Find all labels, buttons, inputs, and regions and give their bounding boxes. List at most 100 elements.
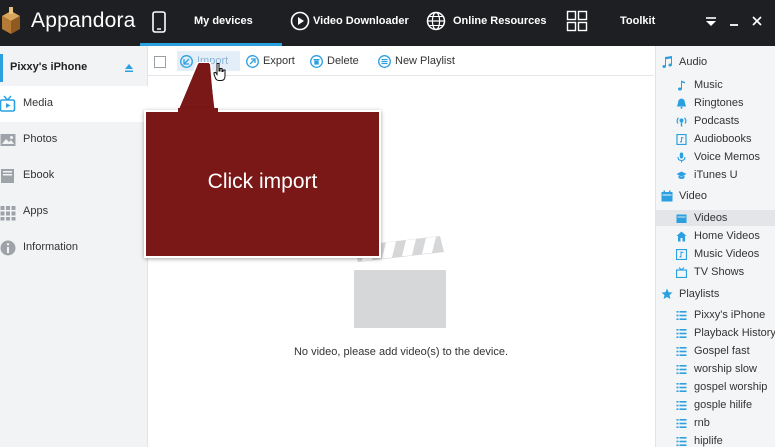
new-playlist-button[interactable]: New Playlist bbox=[375, 51, 455, 71]
library-item-label: Ringtones bbox=[694, 97, 744, 109]
bell-icon bbox=[677, 98, 686, 109]
playlist-icon bbox=[676, 364, 687, 374]
device-selected-bar bbox=[0, 54, 3, 82]
sidebar-item-apps[interactable]: Apps bbox=[0, 194, 148, 230]
new-playlist-icon bbox=[378, 54, 391, 68]
star-icon bbox=[661, 288, 673, 299]
top-bar: Appandora My devices Video Downloader On… bbox=[0, 0, 775, 46]
sidebar-item-label: Apps bbox=[23, 205, 49, 217]
library-item-ringtones[interactable]: Ringtones bbox=[676, 95, 775, 111]
photos-icon bbox=[0, 134, 16, 146]
tv-icon bbox=[676, 266, 687, 278]
library-item-videos[interactable]: Videos bbox=[656, 210, 775, 226]
music-note-icon bbox=[662, 56, 672, 68]
category-video[interactable]: Video bbox=[661, 188, 707, 204]
playlist-label: Gospel fast bbox=[694, 345, 750, 357]
playlist-label: gospel worship bbox=[694, 381, 768, 393]
library-item-music[interactable]: Music bbox=[676, 77, 775, 93]
library-item-label: Voice Memos bbox=[694, 151, 761, 163]
left-sidebar: Pixxy's iPhone Media Photos Ebook Apps I… bbox=[0, 46, 148, 447]
library-item-itunes-u[interactable]: iTunes U bbox=[676, 167, 775, 183]
right-sidebar: Audio Music Ringtones Podcasts Audiobook… bbox=[655, 46, 775, 447]
podcast-icon bbox=[676, 116, 687, 126]
menu-icon[interactable] bbox=[704, 14, 718, 28]
nav-toolkit-label: Toolkit bbox=[620, 15, 656, 27]
playlist-item[interactable]: gosple hilife bbox=[676, 397, 775, 413]
delete-label: Delete bbox=[327, 55, 359, 67]
sidebar-item-information[interactable]: Information bbox=[0, 230, 148, 266]
export-button[interactable]: Export bbox=[243, 51, 295, 71]
device-selector[interactable]: Pixxy's iPhone bbox=[0, 54, 148, 82]
sidebar-item-label: Media bbox=[23, 97, 53, 109]
library-item-label: TV Shows bbox=[694, 266, 745, 278]
grid-icon bbox=[566, 10, 588, 32]
category-audio[interactable]: Audio bbox=[661, 54, 707, 70]
library-item-label: iTunes U bbox=[694, 169, 738, 181]
library-item-label: Videos bbox=[694, 212, 728, 224]
audiobook-icon bbox=[676, 133, 687, 145]
eject-icon[interactable] bbox=[124, 63, 134, 73]
export-label: Export bbox=[263, 55, 295, 67]
music-video-icon bbox=[676, 248, 687, 260]
library-item-home-videos[interactable]: Home Videos bbox=[676, 228, 775, 244]
category-playlists[interactable]: Playlists bbox=[661, 286, 719, 302]
nav-video-downloader-label: Video Downloader bbox=[313, 15, 409, 27]
microphone-icon bbox=[677, 152, 686, 162]
callout-text: Click import bbox=[207, 170, 318, 193]
nav-my-devices[interactable]: My devices bbox=[140, 0, 282, 46]
playlist-item[interactable]: Pixxy's iPhone bbox=[676, 307, 775, 323]
playlist-item[interactable]: worship slow bbox=[676, 361, 775, 377]
sidebar-item-media[interactable]: Media bbox=[0, 86, 148, 122]
category-label: Playlists bbox=[679, 288, 720, 300]
library-item-tv-shows[interactable]: TV Shows bbox=[676, 264, 775, 280]
playlist-label: gosple hilife bbox=[694, 399, 753, 411]
music-icon bbox=[678, 80, 685, 90]
playlist-item[interactable]: Gospel fast bbox=[676, 343, 775, 359]
playlist-label: Pixxy's iPhone bbox=[694, 309, 766, 321]
playlist-icon bbox=[676, 436, 687, 446]
delete-button[interactable]: Delete bbox=[307, 51, 359, 71]
library-item-audiobooks[interactable]: Audiobooks bbox=[676, 131, 775, 147]
category-label: Audio bbox=[679, 56, 708, 68]
playlist-icon bbox=[676, 418, 687, 428]
sidebar-item-label: Information bbox=[23, 241, 79, 253]
library-item-label: Music Videos bbox=[694, 248, 760, 260]
library-item-label: Audiobooks bbox=[694, 133, 752, 145]
nav-toolkit[interactable]: Toolkit bbox=[562, 0, 682, 46]
sidebar-item-label: Ebook bbox=[23, 169, 55, 181]
playlist-icon bbox=[676, 346, 687, 356]
phone-icon bbox=[152, 11, 166, 33]
close-icon[interactable] bbox=[750, 14, 764, 28]
playlist-item[interactable]: gospel worship bbox=[676, 379, 775, 395]
sidebar-item-photos[interactable]: Photos bbox=[0, 122, 148, 158]
library-item-music-videos[interactable]: Music Videos bbox=[676, 246, 775, 262]
library-item-label: Podcasts bbox=[694, 115, 740, 127]
empty-state-text: No video, please add video(s) to the dev… bbox=[293, 346, 509, 358]
playlist-icon bbox=[676, 400, 687, 410]
playlist-item[interactable]: Playback History bbox=[676, 325, 775, 341]
play-circle-icon bbox=[290, 11, 310, 31]
library-item-label: Home Videos bbox=[694, 230, 760, 242]
tutorial-callout: Click import bbox=[144, 110, 381, 258]
device-name: Pixxy's iPhone bbox=[10, 61, 88, 73]
delete-icon bbox=[310, 54, 323, 68]
playlist-icon bbox=[676, 310, 687, 320]
nav-online-resources[interactable]: Online Resources bbox=[424, 0, 554, 46]
app-title: Appandora bbox=[31, 9, 136, 32]
callout-pointer bbox=[174, 62, 218, 114]
export-icon bbox=[246, 54, 259, 68]
app-logo-icon bbox=[2, 7, 20, 34]
videos-icon bbox=[676, 214, 687, 223]
minimize-icon[interactable] bbox=[727, 14, 741, 28]
playlist-label: hiplife bbox=[694, 435, 723, 447]
library-item-voice-memos[interactable]: Voice Memos bbox=[676, 149, 775, 165]
library-item-podcasts[interactable]: Podcasts bbox=[676, 113, 775, 129]
playlist-item[interactable]: rnb bbox=[676, 415, 775, 431]
playlist-icon bbox=[676, 328, 687, 338]
nav-video-downloader[interactable]: Video Downloader bbox=[288, 0, 416, 46]
callout-pointer-joint bbox=[178, 108, 218, 114]
playlist-item[interactable]: hiplife bbox=[676, 433, 775, 447]
playlist-icon bbox=[676, 382, 687, 392]
hand-cursor-icon bbox=[213, 63, 226, 81]
sidebar-item-ebook[interactable]: Ebook bbox=[0, 158, 148, 194]
